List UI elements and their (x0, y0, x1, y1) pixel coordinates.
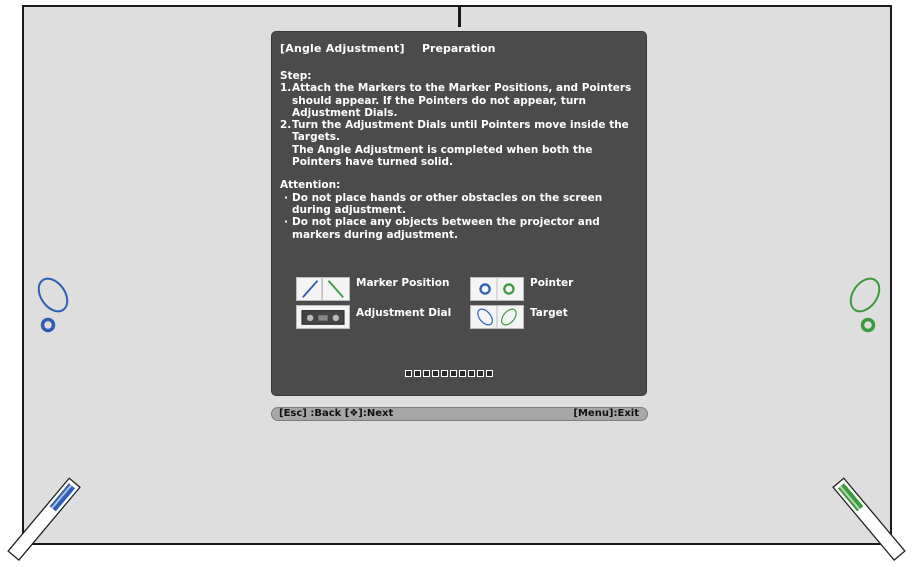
progress-cell (486, 370, 493, 377)
progress-cell (468, 370, 475, 377)
attention-text: Do not place hands or other obstacles on… (292, 191, 603, 216)
legend: Marker Position Adjustment Dial Pointer … (296, 277, 636, 329)
progress-cell (459, 370, 466, 377)
adjustment-dial-icon (296, 305, 350, 329)
help-back-next: [Esc] :Back [❖]:Next (279, 408, 394, 419)
bullet-icon: · (284, 191, 288, 204)
progress-indicator (405, 370, 493, 377)
attention-heading: Attention: (280, 179, 341, 192)
attention-text: Do not place any objects between the pro… (292, 216, 600, 241)
dialog-subtitle: Preparation (422, 42, 496, 55)
right-target-icon (849, 277, 881, 333)
progress-cell (414, 370, 421, 377)
legend-marker-position: Marker Position (356, 277, 450, 289)
instructions: Step: 1. Attach the Markers to the Marke… (280, 70, 635, 241)
marker-position-icon (296, 277, 350, 301)
progress-cell (450, 370, 457, 377)
step-number: 2. (280, 119, 292, 132)
progress-cell (405, 370, 412, 377)
angle-adjustment-dialog: [Angle Adjustment] Preparation Step: 1. … (272, 32, 646, 395)
legend-target: Target (530, 307, 568, 319)
pointer-icon (470, 277, 524, 301)
target-icon (470, 305, 524, 329)
help-bar: [Esc] :Back [❖]:Next [Menu]:Exit (271, 407, 648, 421)
step-item: 2. Turn the Adjustment Dials until Point… (280, 119, 635, 168)
left-target-icon (37, 277, 69, 333)
step-item: 1. Attach the Markers to the Marker Posi… (280, 82, 635, 119)
dialog-title: [Angle Adjustment] (280, 42, 405, 55)
help-exit: [Menu]:Exit (573, 408, 639, 419)
left-pointer-icon (40, 317, 56, 333)
bullet-icon: · (284, 216, 288, 229)
center-tick-mark (458, 5, 461, 27)
step-number: 1. (280, 82, 292, 95)
attention-item: · Do not place hands or other obstacles … (280, 192, 635, 217)
progress-cell (432, 370, 439, 377)
legend-pointer: Pointer (530, 277, 574, 289)
step-text: Attach the Markers to the Marker Positio… (292, 82, 632, 119)
right-pointer-icon (860, 317, 876, 333)
step-text: Turn the Adjustment Dials until Pointers… (292, 119, 629, 169)
progress-cell (423, 370, 430, 377)
left-marker-pen-icon[interactable] (0, 470, 90, 567)
progress-cell (477, 370, 484, 377)
step-heading: Step: (280, 70, 312, 82)
progress-cell (441, 370, 448, 377)
right-marker-pen-icon[interactable] (823, 470, 913, 567)
legend-adjustment-dial: Adjustment Dial (356, 307, 452, 319)
attention-item: · Do not place any objects between the p… (280, 216, 635, 241)
